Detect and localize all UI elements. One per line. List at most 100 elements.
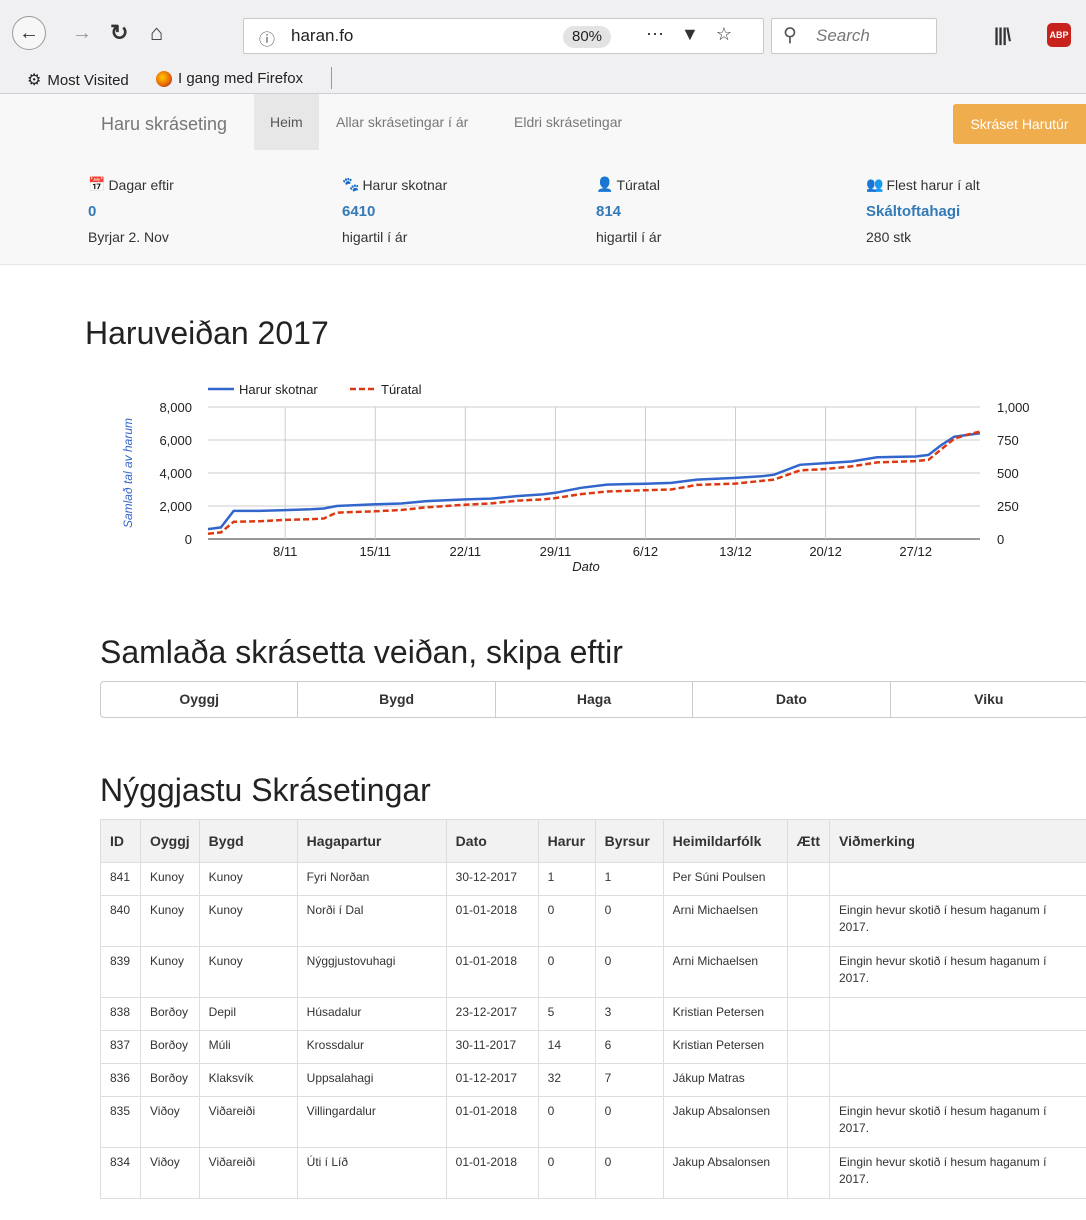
cell-bygd: Múli [198, 1030, 298, 1064]
y-tick-label-right: 1,000 [997, 400, 1030, 415]
cell-aett [786, 1147, 831, 1199]
col-header-oyggj: Oyggj [140, 819, 200, 863]
table-row: 837 Borðoy Múli Krossdalur 30-11-2017 14… [100, 1030, 1086, 1064]
y-tick-label-right: 0 [997, 532, 1004, 547]
stat-most-hares: 👥 Flest harur í alt Skáltoftahagi 280 stk [866, 176, 980, 245]
legend-label: Túratal [381, 382, 422, 397]
legend-label: Harur skotnar [239, 382, 318, 397]
col-header-aett: Ætt [786, 819, 831, 863]
stat-label: Harur skotnar [362, 176, 448, 193]
stat-label: Dagar eftir [108, 176, 174, 193]
site-navbar: Haru skráseting Heim Allar skrásetingar … [0, 94, 1086, 150]
register-trip-button[interactable]: Skráset Harutúr [953, 104, 1086, 144]
user-icon: 👤 [596, 176, 614, 192]
forward-arrow-icon[interactable]: → [72, 23, 92, 43]
cell-byrsur: 0 [594, 895, 664, 947]
cell-id: 838 [100, 997, 141, 1031]
x-axis-title: Dato [572, 559, 599, 574]
cell-dato: 01-12-2017 [445, 1063, 539, 1097]
adblock-icon[interactable]: ABP [1047, 23, 1071, 47]
cell-harur: 0 [537, 1147, 596, 1199]
cell-heimildarfolk: Jákup Matras [662, 1063, 788, 1097]
url-bar[interactable]: ⓘ haran.fo 80% ⋯ ▼ ☆ [243, 18, 764, 54]
search-icon: ⚲ [783, 25, 797, 46]
stat-value[interactable]: Skáltoftahagi [866, 203, 980, 220]
sort-tab-viku[interactable]: Viku [891, 682, 1086, 717]
cell-hagapartur: Krossdalur [296, 1030, 447, 1064]
x-tick-label: 6/12 [633, 544, 658, 559]
nav-heim[interactable]: Heim [254, 94, 319, 150]
cell-aett [786, 1096, 831, 1148]
table-row: 834 Viðoy Viðareiði Úti í Líð 01-01-2018… [100, 1147, 1086, 1199]
nav-eldri-skrasetingar[interactable]: Eldri skrásetingar [514, 94, 622, 150]
table-row: 835 Viðoy Viðareiði Villingardalur 01-01… [100, 1096, 1086, 1148]
x-tick-label: 22/11 [450, 544, 482, 559]
search-bar[interactable]: ⚲ [771, 18, 937, 54]
col-header-vidmerking: Viðmerking [829, 819, 1086, 863]
col-header-id: ID [100, 819, 141, 863]
col-header-hagapartur: Hagapartur [296, 819, 447, 863]
sort-heading: Samlaða skrásetta veiðan, skipa eftir [100, 634, 623, 670]
bookmark-label: I gang med Firefox [178, 70, 304, 87]
brand-link[interactable]: Haru skráseting [101, 114, 227, 135]
search-input[interactable] [814, 25, 928, 47]
stat-value: 814 [596, 203, 622, 220]
info-icon[interactable]: ⓘ [259, 26, 275, 50]
nav-allar-skrasetingar[interactable]: Allar skrásetingar í ár [336, 94, 468, 150]
cell-id: 841 [100, 862, 141, 896]
cell-byrsur: 0 [594, 946, 664, 998]
url-text[interactable]: haran.fo [291, 26, 353, 46]
series-line-turatal [207, 430, 981, 535]
table-row: 840 Kunoy Kunoy Norði í Dal 01-01-2018 0… [100, 895, 1086, 947]
stat-trip-count: 👤 Túratal 814 higartil í ár [596, 176, 661, 245]
library-icon[interactable]: |||\ [994, 25, 1011, 46]
stat-sub: 280 stk [866, 229, 912, 245]
cell-id: 839 [100, 946, 141, 998]
stat-days-left: 📅 Dagar eftir 0 Byrjar 2. Nov [88, 176, 174, 245]
sort-tab-bygd[interactable]: Bygd [298, 682, 496, 717]
bookmark-label: Most Visited [47, 71, 129, 89]
cell-vidmerking: Eingin hevur skotið í hesum haganum í 20… [829, 1147, 1086, 1199]
cell-dato: 30-12-2017 [445, 862, 539, 896]
cell-aett [786, 997, 831, 1031]
bookmark-firefox[interactable]: I gang med Firefox [156, 70, 303, 87]
cell-bygd: Viðareiði [198, 1096, 298, 1148]
table-header-row: ID Oyggj Bygd Hagapartur Dato Harur Byrs… [100, 819, 1086, 863]
back-arrow-icon[interactable]: ← [12, 16, 46, 50]
cell-oyggj: Borðoy [140, 1030, 200, 1064]
x-tick-label: 27/12 [899, 544, 932, 559]
calendar-icon: 📅 [88, 176, 106, 192]
reload-icon[interactable]: ↻ [110, 22, 128, 44]
cell-oyggj: Kunoy [140, 862, 200, 896]
cell-dato: 01-01-2018 [445, 946, 539, 998]
cell-bygd: Kunoy [198, 862, 298, 896]
home-icon[interactable]: ⌂ [150, 22, 163, 44]
y-tick-label-left: 8,000 [159, 400, 192, 415]
cell-vidmerking: Eingin hevur skotið í hesum haganum í 20… [829, 895, 1086, 947]
cell-hagapartur: Húsadalur [296, 997, 447, 1031]
y-axis-title-left: Samlað tal av harum [121, 418, 135, 528]
page-actions-icon[interactable]: ⋯ ▼ ☆ [646, 24, 738, 45]
cell-byrsur: 7 [594, 1063, 664, 1097]
x-tick-label: 15/11 [359, 544, 391, 559]
col-header-byrsur: Byrsur [594, 819, 664, 863]
chart-heading: Haruveiðan 2017 [85, 315, 329, 351]
cell-oyggj: Borðoy [140, 997, 200, 1031]
stat-hares-shot: 🐾 Harur skotnar 6410 higartil í ár [342, 176, 447, 245]
cell-vidmerking [829, 1063, 1086, 1097]
sort-tabs: Oyggj Bygd Haga Dato Viku [100, 681, 1086, 718]
stat-label: Flest harur í alt [886, 176, 980, 193]
sort-tab-oyggj[interactable]: Oyggj [101, 682, 299, 717]
x-tick-label: 20/12 [809, 544, 842, 559]
bookmark-most-visited[interactable]: ⚙ Most Visited [27, 70, 129, 90]
zoom-level-badge[interactable]: 80% [563, 26, 612, 48]
sort-tab-haga[interactable]: Haga [496, 682, 694, 717]
cell-hagapartur: Norði í Dal [296, 895, 447, 947]
sort-tab-dato[interactable]: Dato [693, 682, 891, 717]
cell-oyggj: Kunoy [140, 895, 200, 947]
cell-vidmerking [829, 862, 1086, 896]
stat-value: 6410 [342, 203, 376, 220]
cell-bygd: Klaksvík [198, 1063, 298, 1097]
paw-icon: 🐾 [342, 176, 360, 192]
cell-harur: 5 [537, 997, 596, 1031]
